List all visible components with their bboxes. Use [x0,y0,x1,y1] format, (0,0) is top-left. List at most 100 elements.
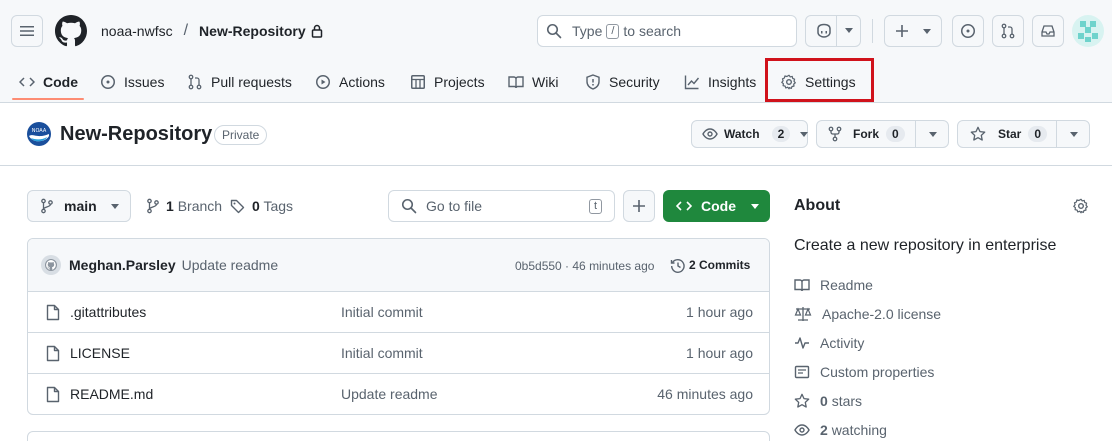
plus-icon [632,199,646,213]
readme-box [27,431,770,441]
about-activity-link[interactable]: Activity [794,333,864,353]
lock-icon [311,24,323,38]
branch-name: main [64,198,97,214]
owner-link[interactable]: noaa-nwfsc [101,23,173,39]
about-watching-link[interactable]: 2 watching [794,420,887,440]
about-description: Create a new repository in enterprise [794,237,1057,254]
fork-icon [827,126,843,142]
fork-label: Fork [853,127,880,141]
table-row[interactable]: LICENSE Initial commit 1 hour ago [28,333,769,374]
divider [0,165,1112,166]
shield-icon [585,74,601,90]
file-list: Meghan.Parsley Update readme 0b5d550 · 4… [27,238,770,415]
create-new-button[interactable] [884,15,942,47]
file-name[interactable]: README.md [70,386,153,402]
watch-button[interactable]: Watch 2 [691,120,809,148]
repo-link[interactable]: New-Repository [199,23,306,39]
star-button[interactable]: Star 0 [957,120,1090,148]
book-icon [794,277,810,293]
about-item-label: Apache-2.0 license [822,306,942,322]
tab-code[interactable]: Code [19,62,78,102]
about-readme-link[interactable]: Readme [794,275,873,295]
branch-count: 1 [166,198,174,214]
commit-hash-time[interactable]: 0b5d550 · 46 minutes ago [515,259,654,273]
latest-commit-row: Meghan.Parsley Update readme 0b5d550 · 4… [28,239,769,292]
table-row[interactable]: .gitattributes Initial commit 1 hour ago [28,292,769,333]
add-file-button[interactable] [623,190,655,222]
tab-issues[interactable]: Issues [100,62,164,102]
fork-count: 0 [886,126,905,142]
branch-icon [40,198,54,214]
tab-label: Code [43,74,78,90]
active-tab-indicator [12,98,84,100]
tab-pull-requests[interactable]: Pull requests [187,62,292,102]
go-to-file-input[interactable]: Go to file t [388,190,615,222]
about-item-label: stars [831,393,863,409]
table-row[interactable]: README.md Update readme 46 minutes ago [28,374,769,414]
file-icon [46,304,60,321]
search-input[interactable]: Type / to search [537,15,797,47]
stars-count: 0 [820,393,828,409]
branch-selector[interactable]: main [27,190,131,222]
file-name[interactable]: .gitattributes [70,304,146,320]
star-icon [970,126,986,142]
triangle-down-icon [923,28,931,34]
pull-requests-button[interactable] [992,15,1024,47]
fork-button[interactable]: Fork 0 [816,120,949,148]
about-item-label: Custom properties [820,364,935,380]
eye-icon [794,422,810,438]
tag-label: Tags [263,198,294,214]
pulse-icon [794,335,810,351]
history-icon [670,258,686,274]
search-icon [546,23,562,39]
tab-label: Insights [708,74,757,90]
file-name[interactable]: LICENSE [70,345,130,361]
branch-icon [146,198,160,214]
author-avatar[interactable] [41,255,61,275]
about-stars-link[interactable]: 0 stars [794,391,862,411]
tab-wiki[interactable]: Wiki [508,62,558,102]
triangle-down-icon [110,203,119,209]
menu-button[interactable] [11,15,43,47]
tab-actions[interactable]: Actions [315,62,385,102]
code-dropdown-button[interactable]: Code [663,190,770,222]
search-shortcut-key: / [606,23,620,39]
search-suffix: to search [623,23,682,39]
repo-title[interactable]: New-Repository [60,123,212,146]
book-icon [508,74,524,90]
github-logo-icon[interactable] [55,15,87,47]
about-item-label: watching [831,422,887,438]
inbox-button[interactable] [1032,15,1064,47]
tab-projects[interactable]: Projects [410,62,485,102]
org-avatar[interactable]: NOAA [27,122,51,146]
commit-message[interactable]: Update readme [182,257,279,273]
commit-author[interactable]: Meghan.Parsley [69,257,176,273]
pull-request-icon [1000,23,1016,39]
table-icon [410,74,426,90]
commits-link[interactable]: 2 Commits [689,258,750,272]
tags-link[interactable]: 0 Tags [230,198,293,214]
branches-link[interactable]: 1 Branch [146,198,222,214]
avatar[interactable] [1072,15,1104,47]
star-label: Star [998,127,1022,141]
file-commit-message[interactable]: Update readme [341,386,438,402]
about-license-link[interactable]: Apache-2.0 license [794,304,941,324]
code-icon [19,74,35,90]
go-to-file-shortcut: t [588,199,602,214]
tab-label: Issues [124,74,165,90]
file-commit-message[interactable]: Initial commit [341,345,423,361]
plus-icon [895,24,909,38]
triangle-down-icon [800,131,809,137]
about-custom-properties-link[interactable]: Custom properties [794,362,934,382]
tab-label: Actions [339,74,385,90]
gear-icon[interactable] [1073,198,1089,214]
copilot-button[interactable] [805,15,861,47]
code-button-label: Code [701,198,736,214]
about-title: About [794,197,841,214]
issues-button[interactable] [952,15,984,47]
copilot-icon [815,23,833,39]
settings-highlight-box [765,58,874,102]
file-commit-message[interactable]: Initial commit [341,304,423,320]
tab-security[interactable]: Security [585,62,660,102]
tab-insights[interactable]: Insights [684,62,756,102]
